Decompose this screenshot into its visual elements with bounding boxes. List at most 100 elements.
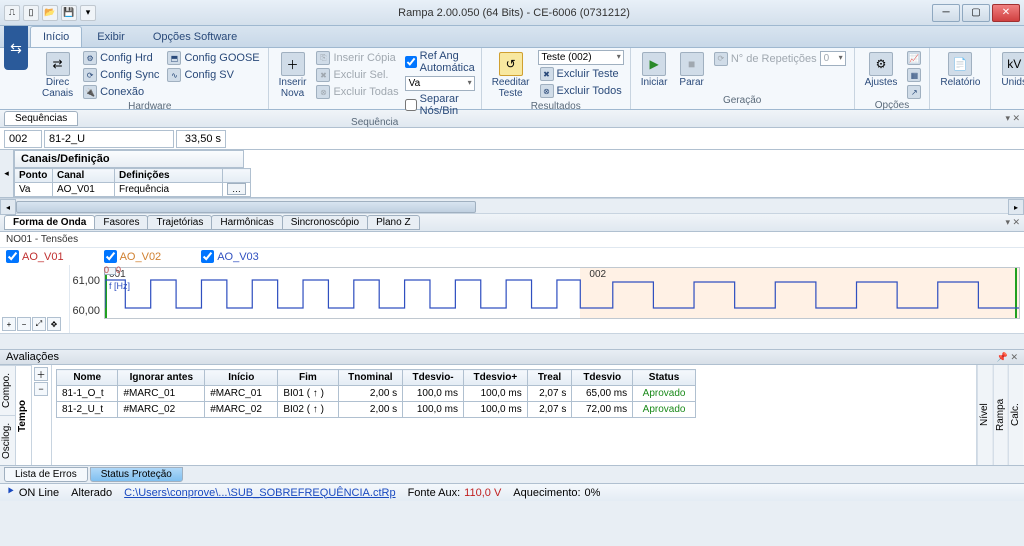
inserir-copia-button[interactable]: ⎘Inserir Cópia bbox=[314, 50, 400, 66]
seq-time-field[interactable] bbox=[176, 130, 226, 148]
sidetab-tempo[interactable]: Tempo bbox=[16, 365, 31, 465]
collapse-button[interactable]: ◂ bbox=[0, 150, 14, 197]
tab-inicio[interactable]: Início bbox=[30, 26, 82, 47]
col-def: Definições bbox=[115, 169, 223, 183]
tab-plano-z[interactable]: Plano Z bbox=[367, 215, 419, 230]
opt-3-button[interactable]: ↗ bbox=[905, 84, 923, 100]
add-row-button[interactable]: ＋ bbox=[34, 367, 48, 381]
va-combo[interactable]: Va bbox=[405, 76, 475, 91]
opt-2-button[interactable]: ▦ bbox=[905, 67, 923, 83]
tab-opcoes[interactable]: Opções Software bbox=[140, 26, 250, 47]
delete-icon: ✖ bbox=[316, 68, 330, 82]
sidetab-rampa[interactable]: Rampa bbox=[993, 365, 1009, 465]
tab-exibir[interactable]: Exibir bbox=[84, 26, 138, 47]
scroll-left-icon[interactable]: ◂ bbox=[0, 199, 16, 215]
group-label: Opções bbox=[861, 100, 924, 112]
col-header: Tnominal bbox=[338, 370, 403, 386]
sv-icon: ∿ bbox=[167, 68, 181, 82]
wave-toolbar: + − ⤢ ✥ bbox=[0, 265, 70, 333]
unids-button[interactable]: kVUnids bbox=[997, 50, 1024, 90]
reeditar-teste-button[interactable]: ↺Reeditar Teste bbox=[488, 50, 534, 101]
tab-sincronoscopio[interactable]: Sincronoscópio bbox=[282, 215, 368, 230]
y-hi: 61,00 bbox=[72, 275, 100, 287]
pin-icon[interactable]: ▾ ✕ bbox=[1005, 217, 1020, 228]
excluir-todos-button[interactable]: ⊗Excluir Todos bbox=[538, 83, 624, 99]
excluir-teste-button[interactable]: ✖Excluir Teste bbox=[538, 66, 624, 82]
play-icon: ▶ bbox=[642, 52, 666, 76]
sidetab-calc[interactable]: Calc. bbox=[1008, 365, 1024, 465]
status-file-link[interactable]: C:\Users\conprove\...\SUB_SOBREFREQUÊNCI… bbox=[124, 487, 395, 499]
teste-combo[interactable]: Teste (002) bbox=[538, 50, 624, 65]
excluir-sel-button[interactable]: ✖Excluir Sel. bbox=[314, 67, 400, 83]
tab-trajetorias[interactable]: Trajetórias bbox=[147, 215, 212, 230]
wave-hscroll[interactable] bbox=[0, 333, 1024, 349]
seq-name-field[interactable] bbox=[44, 130, 174, 148]
conexao-button[interactable]: 🔌Conexão bbox=[81, 84, 161, 100]
ref-ang-checkbox[interactable]: Ref Ang Automática bbox=[405, 50, 475, 74]
right-side-tabs: Nível Rampa Calc. bbox=[976, 365, 1024, 465]
ellipsis-button[interactable]: … bbox=[227, 183, 246, 195]
table-row[interactable]: 81-2_U_t#MARC_02#MARC_02BI02 ( ↑ )2,00 s… bbox=[57, 402, 696, 418]
opt-1-button[interactable]: 📈 bbox=[905, 50, 923, 66]
del-row-button[interactable]: − bbox=[34, 382, 48, 396]
qat-save-icon[interactable]: 💾 bbox=[61, 5, 77, 21]
qat-open-icon[interactable]: 📂 bbox=[42, 5, 58, 21]
wave-tool-1[interactable]: + bbox=[2, 317, 16, 331]
sidetab-oscilog[interactable]: Oscilog. bbox=[0, 415, 15, 465]
relatorio-button[interactable]: 📄Relatório bbox=[936, 50, 984, 90]
wave-tool-3[interactable]: ⤢ bbox=[32, 317, 46, 331]
table-row[interactable]: 81-1_O_t#MARC_01#MARC_01BI01 ( ↑ )2,00 s… bbox=[57, 386, 696, 402]
close-button[interactable]: ✕ bbox=[992, 4, 1020, 22]
seq-code-field[interactable] bbox=[4, 130, 42, 148]
col-canal: Canal bbox=[53, 169, 115, 183]
qat-app-icon[interactable]: ⎍ bbox=[4, 5, 20, 21]
horizontal-scrollbar[interactable]: ◂ ▸ bbox=[0, 198, 1024, 214]
tab-harmonicas[interactable]: Harmônicas bbox=[211, 215, 282, 230]
parar-button[interactable]: ■Parar bbox=[675, 50, 707, 90]
gear-icon: ⚙ bbox=[83, 51, 97, 65]
avaliacoes-table: NomeIgnorar antesInícioFimTnominalTdesvi… bbox=[56, 369, 696, 418]
n-rep-spinner[interactable]: 0 bbox=[820, 51, 846, 66]
ribbon-tabs: Início Exibir Opções Software bbox=[0, 26, 1024, 48]
ribbon: ⇄ Direc Canais ⚙Config Hrd ⟳Config Sync … bbox=[0, 48, 1024, 110]
minimize-button[interactable]: ─ bbox=[932, 4, 960, 22]
config-hrd-button[interactable]: ⚙Config Hrd bbox=[81, 50, 161, 66]
sequencias-tab[interactable]: Sequências bbox=[4, 111, 78, 126]
maximize-button[interactable]: ▢ bbox=[962, 4, 990, 22]
scroll-thumb[interactable] bbox=[16, 201, 476, 213]
tab-fasores[interactable]: Fasores bbox=[94, 215, 148, 230]
check-ao-v01[interactable]: AO_V01 bbox=[6, 250, 64, 263]
wave-plot[interactable]: 61,00 60,00 001 f [Hz] 002 0 0 bbox=[70, 265, 1024, 333]
separar-checkbox[interactable]: Separar Nós/Bin bbox=[405, 93, 475, 117]
direc-canais-button[interactable]: ⇄ Direc Canais bbox=[38, 50, 77, 101]
qat-new-icon[interactable]: ▯ bbox=[23, 5, 39, 21]
check-ao-v02[interactable]: AO_V02 bbox=[104, 250, 162, 263]
table-row[interactable]: Va AO_V01 Frequência … bbox=[15, 183, 251, 197]
group-label: Sequência bbox=[275, 117, 475, 129]
sidetab-nivel[interactable]: Nível bbox=[977, 365, 993, 465]
tab-forma-onda[interactable]: Forma de Onda bbox=[4, 215, 95, 230]
config-sync-button[interactable]: ⟳Config Sync bbox=[81, 67, 161, 83]
report-icon: 📄 bbox=[948, 52, 972, 76]
wave-tool-4[interactable]: ✥ bbox=[47, 317, 61, 331]
pin-icon[interactable]: ▾ ✕ bbox=[1005, 113, 1020, 124]
excluir-todas-button[interactable]: ⊗Excluir Todas bbox=[314, 84, 400, 100]
wave-tool-2[interactable]: − bbox=[17, 317, 31, 331]
row-toolbar: ＋ − bbox=[32, 365, 52, 465]
qat-dropdown-icon[interactable]: ▾ bbox=[80, 5, 96, 21]
iniciar-button[interactable]: ▶Iniciar bbox=[637, 50, 672, 90]
pin-icon[interactable]: 📌 ✕ bbox=[997, 352, 1018, 363]
tab-lista-erros[interactable]: Lista de Erros bbox=[4, 467, 88, 482]
tab-status-protecao[interactable]: Status Proteção bbox=[90, 467, 183, 482]
group-label: Geração bbox=[637, 95, 848, 107]
inserir-nova-button[interactable]: ＋Inserir Nova bbox=[275, 50, 311, 101]
config-goose-button[interactable]: ⬒Config GOOSE bbox=[165, 50, 261, 66]
check-ao-v03[interactable]: AO_V03 bbox=[201, 250, 259, 263]
ajustes-button[interactable]: ⚙Ajustes bbox=[861, 50, 902, 90]
file-tab[interactable]: ⇆ bbox=[4, 26, 28, 70]
time-ruler[interactable]: 0 0 bbox=[104, 265, 1024, 277]
scroll-right-icon[interactable]: ▸ bbox=[1008, 199, 1024, 215]
config-sv-button[interactable]: ∿Config SV bbox=[165, 67, 261, 83]
sidetab-compo[interactable]: Compo. bbox=[0, 365, 15, 415]
copy-icon: ⎘ bbox=[316, 51, 330, 65]
